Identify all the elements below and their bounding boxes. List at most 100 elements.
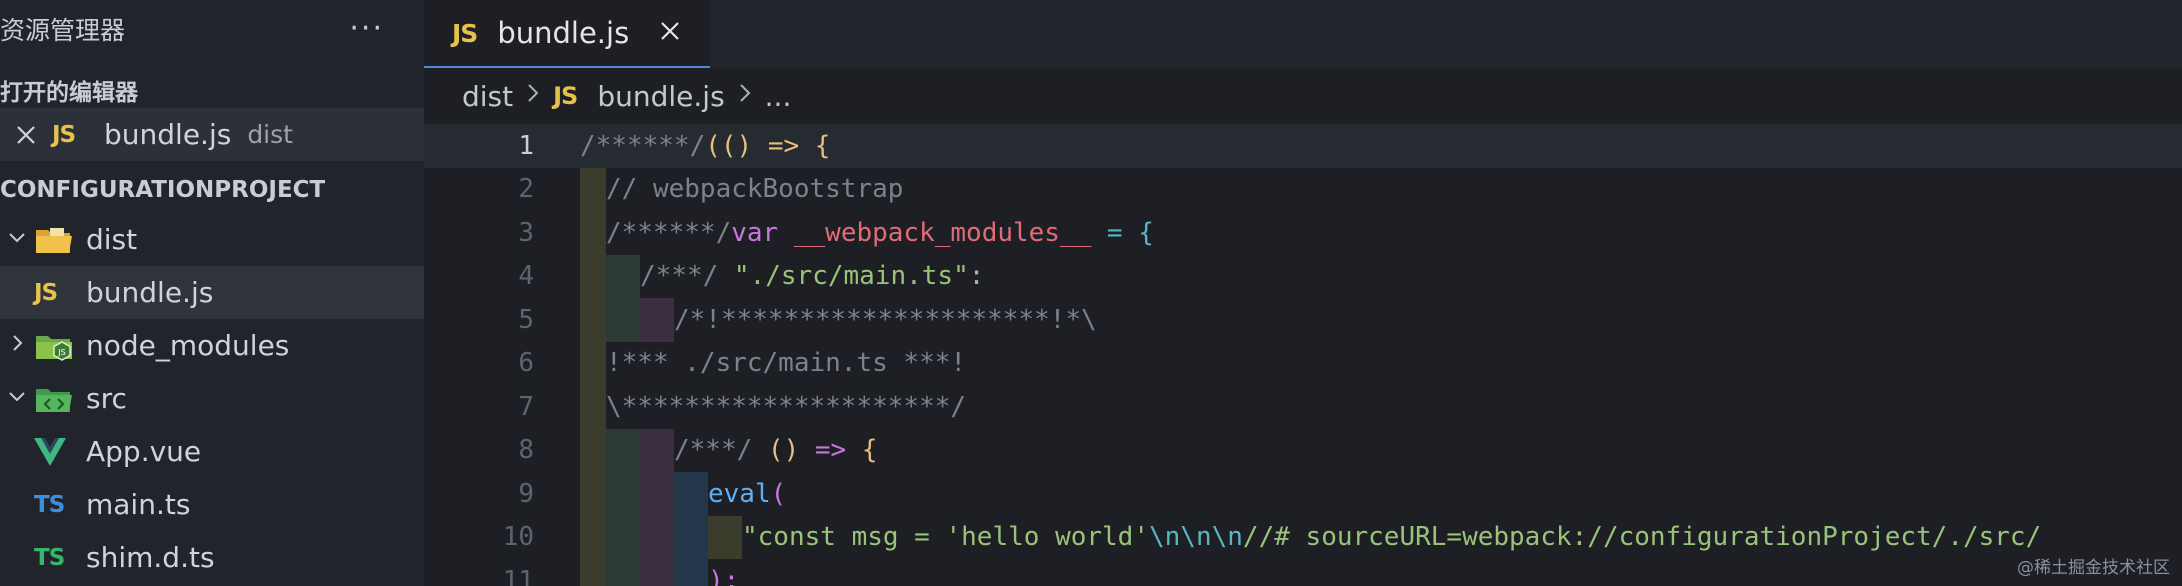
tree-folder-dist[interactable]: dist xyxy=(0,213,424,266)
line-content: !*** ./src/main.ts ***! xyxy=(580,341,966,385)
folder-dist-icon xyxy=(34,224,86,256)
open-editor-filename: bundle.js xyxy=(104,118,232,151)
folder-node-icon: JS xyxy=(34,330,86,362)
indent-guide xyxy=(580,385,606,429)
line-content: eval ( xyxy=(580,472,786,516)
indent-guide xyxy=(606,559,640,586)
line-content: \*********************/ xyxy=(580,385,966,429)
line-content: /*!*********************!*\ xyxy=(580,298,1097,342)
watermark: @稀土掘金技术社区 xyxy=(2017,558,2170,578)
indent-guide xyxy=(674,515,708,559)
tree-file-shim-d-ts[interactable]: TS shim.d.ts xyxy=(0,531,424,584)
indent-guide xyxy=(606,254,640,298)
line-content: /***/ "./src/main.ts" : xyxy=(580,254,984,298)
indent-guide xyxy=(580,254,606,298)
explorer-header: 资源管理器 ··· xyxy=(0,0,424,58)
js-file-icon: JS xyxy=(553,82,578,110)
line-number: 7 xyxy=(518,391,534,422)
open-editors-section[interactable]: 打开的编辑器 xyxy=(0,58,424,108)
code-line[interactable]: 10 "const msg = 'hello world' \n\n\n //#… xyxy=(424,515,2182,559)
tree-item-label: bundle.js xyxy=(86,276,214,309)
indent-guide xyxy=(580,515,606,559)
project-section[interactable]: CONFIGURATIONPROJECT xyxy=(0,161,424,213)
indent-guide xyxy=(640,559,674,586)
code-line[interactable]: 1 /******/ (() => { xyxy=(424,124,2182,168)
chevron-right-icon xyxy=(737,81,753,111)
indent-guide xyxy=(606,298,640,342)
tree-item-label: shim.d.ts xyxy=(86,541,215,574)
indent-guide xyxy=(580,211,606,255)
code-line[interactable]: 5 /*!*********************!*\ xyxy=(424,298,2182,342)
line-content: "const msg = 'hello world' \n\n\n //# so… xyxy=(580,515,2041,559)
tree-file-app-vue[interactable]: App.vue xyxy=(0,425,424,478)
tree-file-bundle-js[interactable]: JS bundle.js xyxy=(0,266,424,319)
code-editor[interactable]: 1 /******/ (() => { 2 // webpackBootstra… xyxy=(424,124,2182,586)
folder-src-icon xyxy=(34,383,86,415)
more-actions-icon[interactable]: ··· xyxy=(349,14,384,44)
code-line[interactable]: 7 \*********************/ xyxy=(424,385,2182,429)
chevron-down-icon[interactable] xyxy=(0,386,34,412)
ts-definition-icon: TS xyxy=(34,544,65,571)
indent-guide xyxy=(708,515,742,559)
tab-bar: JS bundle.js xyxy=(424,0,2182,68)
editor-area: JS bundle.js dist JS bundle.js ... 1 /**… xyxy=(424,0,2182,586)
line-number: 10 xyxy=(502,522,534,553)
line-number: 5 xyxy=(518,304,534,335)
breadcrumb-more[interactable]: ... xyxy=(765,80,792,113)
indent-guide xyxy=(580,428,606,472)
line-content: // webpackBootstrap xyxy=(580,167,903,211)
line-content: /***/ () => { xyxy=(580,428,878,472)
tab-bundle-js[interactable]: JS bundle.js xyxy=(424,0,710,68)
indent-guide xyxy=(606,472,640,516)
code-line[interactable]: 2 // webpackBootstrap xyxy=(424,167,2182,211)
code-line[interactable]: 3 /******/ var __webpack_modules__ = { xyxy=(424,211,2182,255)
close-icon[interactable] xyxy=(0,124,52,146)
open-editor-folder: dist xyxy=(247,120,293,149)
tree-item-label: main.ts xyxy=(86,488,191,521)
tree-folder-node-modules[interactable]: JS node_modules xyxy=(0,319,424,372)
chevron-right-icon[interactable] xyxy=(0,333,34,359)
explorer-sidebar: 资源管理器 ··· 打开的编辑器 JS bundle.js dist CONFI… xyxy=(0,0,424,586)
open-editor-item-bundle-js[interactable]: JS bundle.js dist xyxy=(0,108,424,161)
indent-guide xyxy=(580,167,606,211)
indent-guide xyxy=(674,472,708,516)
js-file-icon: JS xyxy=(452,18,478,48)
line-content: ); xyxy=(580,559,739,586)
indent-guide xyxy=(640,472,674,516)
indent-guide xyxy=(580,559,606,586)
code-line[interactable]: 11 ); xyxy=(424,559,2182,586)
line-number: 9 xyxy=(518,478,534,509)
svg-text:JS: JS xyxy=(57,348,65,357)
tree-file-main-ts[interactable]: TS main.ts xyxy=(0,478,424,531)
vue-icon xyxy=(34,437,86,466)
indent-guide xyxy=(606,515,640,559)
indent-guide xyxy=(640,428,674,472)
js-file-icon: JS xyxy=(52,121,76,148)
line-number: 3 xyxy=(518,217,534,248)
code-line[interactable]: 9 eval ( xyxy=(424,472,2182,516)
breadcrumb-folder[interactable]: dist xyxy=(462,80,513,113)
code-line[interactable]: 8 /***/ () => { xyxy=(424,428,2182,472)
line-number: 1 xyxy=(518,130,534,161)
indent-guide xyxy=(580,298,606,342)
breadcrumb-file[interactable]: bundle.js xyxy=(597,80,724,113)
code-line[interactable]: 6 !*** ./src/main.ts ***! xyxy=(424,341,2182,385)
indent-guide xyxy=(640,298,674,342)
line-number: 8 xyxy=(518,435,534,466)
indent-guide xyxy=(580,341,606,385)
tree-folder-src[interactable]: src xyxy=(0,372,424,425)
line-number: 2 xyxy=(518,174,534,205)
tree-item-label: src xyxy=(86,382,127,415)
code-line[interactable]: 4 /***/ "./src/main.ts" : xyxy=(424,254,2182,298)
js-file-icon: JS xyxy=(34,279,58,306)
breadcrumb: dist JS bundle.js ... xyxy=(424,68,2182,124)
indent-guide xyxy=(640,515,674,559)
tree-item-label: node_modules xyxy=(86,329,290,362)
explorer-title: 资源管理器 xyxy=(0,16,126,45)
chevron-right-icon xyxy=(525,81,541,111)
close-icon[interactable] xyxy=(659,20,681,46)
indent-guide xyxy=(674,559,708,586)
chevron-down-icon[interactable] xyxy=(0,227,34,253)
line-content: /******/ (() => { xyxy=(580,130,831,161)
line-number: 11 xyxy=(502,565,534,586)
